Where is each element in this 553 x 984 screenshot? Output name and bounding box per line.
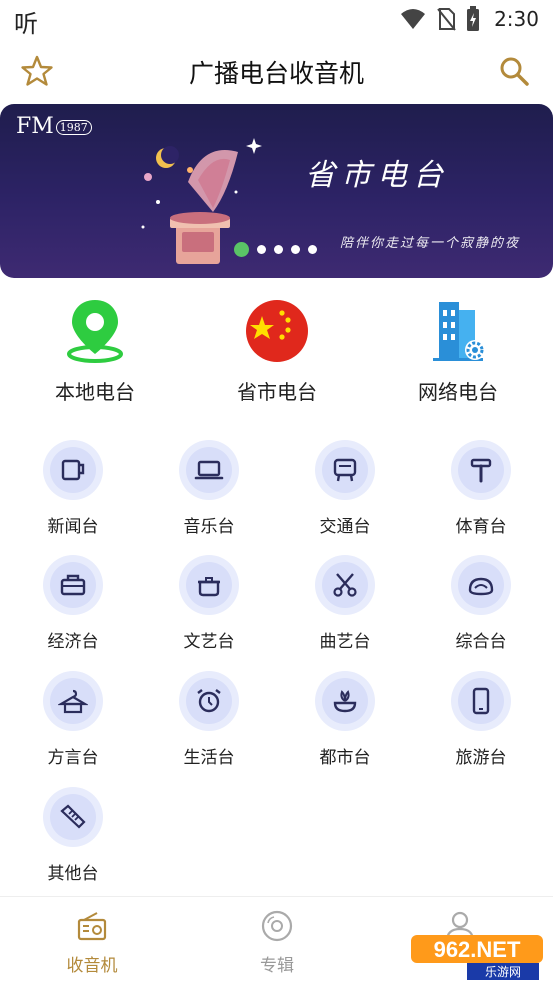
category-label: 体育台 xyxy=(455,517,507,537)
category-other[interactable]: 其他台 xyxy=(18,787,128,884)
category-opera[interactable]: 曲艺台 xyxy=(290,555,400,652)
radio-icon xyxy=(77,912,107,941)
clock: 2:30 xyxy=(494,7,539,31)
category-label: 经济台 xyxy=(47,632,99,652)
page-title: 广播电台收音机 xyxy=(188,59,364,88)
category-local[interactable]: 本地电台 xyxy=(20,296,170,405)
bottom-navigation: 收音机 专辑 962.NET 乐游网 xyxy=(0,896,553,984)
carousel-dot[interactable] xyxy=(291,245,300,254)
cushion-icon xyxy=(468,577,494,596)
building-gear-icon xyxy=(433,302,485,361)
title-bar: 广播电台收音机 xyxy=(0,42,553,102)
category-sports[interactable]: 体育台 xyxy=(426,440,536,537)
category-label: 生活台 xyxy=(183,748,235,768)
wifi-icon xyxy=(401,9,426,29)
carousel-dot[interactable] xyxy=(274,245,283,254)
category-city[interactable]: 都市台 xyxy=(290,671,400,768)
appliance-icon xyxy=(333,458,357,482)
comb-icon xyxy=(60,804,86,829)
search-icon xyxy=(500,57,529,86)
category-province[interactable]: 省市电台 xyxy=(202,296,352,405)
svg-text:乐游网: 乐游网 xyxy=(485,965,521,979)
category-label: 省市电台 xyxy=(237,380,317,404)
category-news[interactable]: 新闻台 xyxy=(18,440,128,537)
scissors-icon xyxy=(333,573,357,597)
category-arts[interactable]: 文艺台 xyxy=(154,555,264,652)
no-sim-icon xyxy=(437,8,456,31)
category-label: 旅游台 xyxy=(455,748,507,768)
category-label: 音乐台 xyxy=(183,517,235,537)
toolbox-icon xyxy=(60,574,86,596)
category-network[interactable]: 网络电台 xyxy=(383,296,533,405)
svg-text:962.NET: 962.NET xyxy=(434,937,521,962)
category-label: 交通台 xyxy=(319,517,371,537)
category-traffic[interactable]: 交通台 xyxy=(290,440,400,537)
china-flag-icon xyxy=(246,300,308,362)
carousel-dot[interactable] xyxy=(257,245,266,254)
category-label: 网络电台 xyxy=(418,380,498,404)
nav-label: 收音机 xyxy=(66,956,118,976)
carousel-dot[interactable] xyxy=(234,242,249,257)
category-travel[interactable]: 旅游台 xyxy=(426,671,536,768)
category-label: 本地电台 xyxy=(55,380,135,404)
site-watermark: 962.NET 乐游网 xyxy=(411,935,543,980)
hanger-icon xyxy=(58,689,88,714)
nav-album[interactable]: 专辑 xyxy=(222,909,332,976)
category-label: 其他台 xyxy=(47,864,99,884)
category-label: 文艺台 xyxy=(183,632,235,652)
category-label: 新闻台 xyxy=(47,517,99,537)
category-label: 方言台 xyxy=(47,748,99,768)
laptop-icon xyxy=(194,460,224,480)
banner-subtitle: 陪伴你走过每一个寂静的夜 xyxy=(340,236,521,251)
carousel-indicator xyxy=(234,242,317,257)
carrier-label: 听 xyxy=(14,10,38,38)
phone-icon xyxy=(472,687,490,715)
category-economy[interactable]: 经济台 xyxy=(18,555,128,652)
primary-categories: 本地电台 省市电台 网络电台 xyxy=(0,296,553,406)
category-general[interactable]: 综合台 xyxy=(426,555,536,652)
hammer-icon xyxy=(470,458,492,483)
pot-icon xyxy=(198,577,220,597)
category-label: 综合台 xyxy=(455,632,507,652)
location-pin-icon xyxy=(67,300,123,363)
nav-label: 专辑 xyxy=(260,956,294,976)
fm-logo: FM 1987 xyxy=(16,114,92,139)
disc-icon xyxy=(261,910,293,942)
category-dialect[interactable]: 方言台 xyxy=(18,671,128,768)
search-button[interactable] xyxy=(497,54,531,88)
nav-radio[interactable]: 收音机 xyxy=(37,909,147,976)
category-life[interactable]: 生活台 xyxy=(154,671,264,768)
banner-title: 省市电台 xyxy=(305,158,449,193)
status-bar: 听 2:30 xyxy=(0,0,553,38)
cup-icon xyxy=(61,459,85,481)
plant-icon xyxy=(333,690,357,713)
category-label: 都市台 xyxy=(319,748,371,768)
alarm-clock-icon xyxy=(197,689,221,713)
carousel-dot[interactable] xyxy=(308,245,317,254)
category-label: 曲艺台 xyxy=(319,632,371,652)
battery-icon xyxy=(467,6,480,31)
category-music[interactable]: 音乐台 xyxy=(154,440,264,537)
